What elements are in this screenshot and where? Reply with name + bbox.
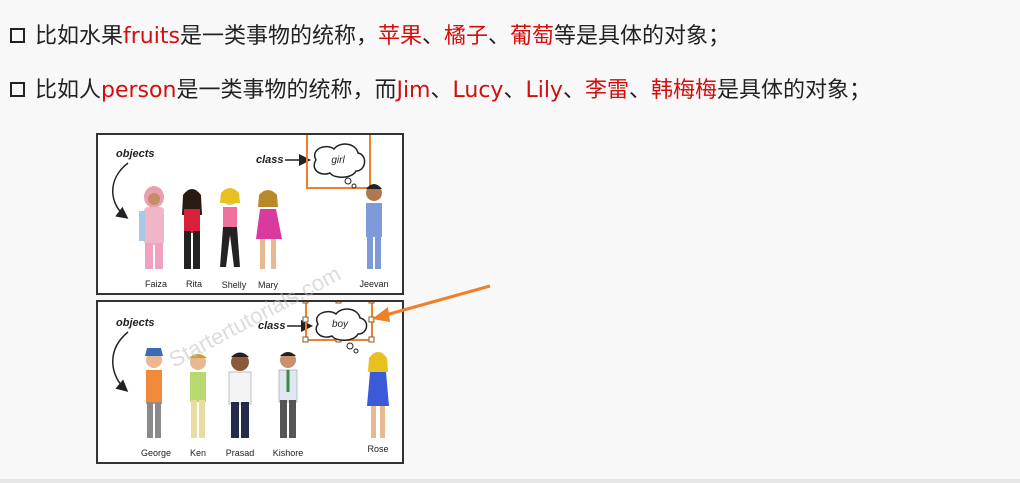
- watermark-text: Startertutorials.com: [165, 261, 345, 373]
- sep: 、: [629, 78, 652, 103]
- example-4: 李雷: [584, 78, 629, 103]
- text: 是一类事物的统称，: [179, 24, 378, 49]
- text: 是一类事物的统称，而: [176, 78, 397, 103]
- term-person: person: [101, 78, 177, 103]
- sep: 、: [562, 78, 585, 103]
- bullet-line-fruits: 比如水果fruits是一类事物的统称，苹果、橘子、葡萄等是具体的对象；: [10, 18, 730, 50]
- bottom-scroll-edge: [0, 479, 1020, 483]
- arrowhead-icon: [372, 307, 390, 322]
- text: 是具体的对象；: [717, 78, 872, 103]
- sep: 、: [503, 78, 526, 103]
- example-3: Lily: [525, 78, 563, 103]
- sep: 、: [430, 78, 453, 103]
- bullet-line-person: 比如人person是一类事物的统称，而Jim、Lucy、Lily、李雷、韩梅梅是…: [10, 72, 871, 104]
- text: 比如人: [35, 78, 102, 103]
- example-1: 苹果: [377, 24, 422, 49]
- text: 比如水果: [35, 24, 124, 49]
- example-1: Jim: [396, 78, 431, 103]
- sep: 、: [488, 24, 511, 49]
- example-5: 韩梅梅: [651, 78, 718, 103]
- watermark-layer: Startertutorials.com: [165, 261, 345, 373]
- example-2: Lucy: [452, 78, 504, 103]
- pointer-arrow: [372, 284, 491, 322]
- example-3: 葡萄: [510, 24, 555, 49]
- sep: 、: [421, 24, 444, 49]
- term-fruits: fruits: [123, 24, 180, 49]
- text: 等是具体的对象；: [554, 24, 731, 49]
- square-bullet-icon: [10, 81, 25, 97]
- square-bullet-icon: [10, 27, 25, 43]
- example-2: 橘子: [444, 24, 489, 49]
